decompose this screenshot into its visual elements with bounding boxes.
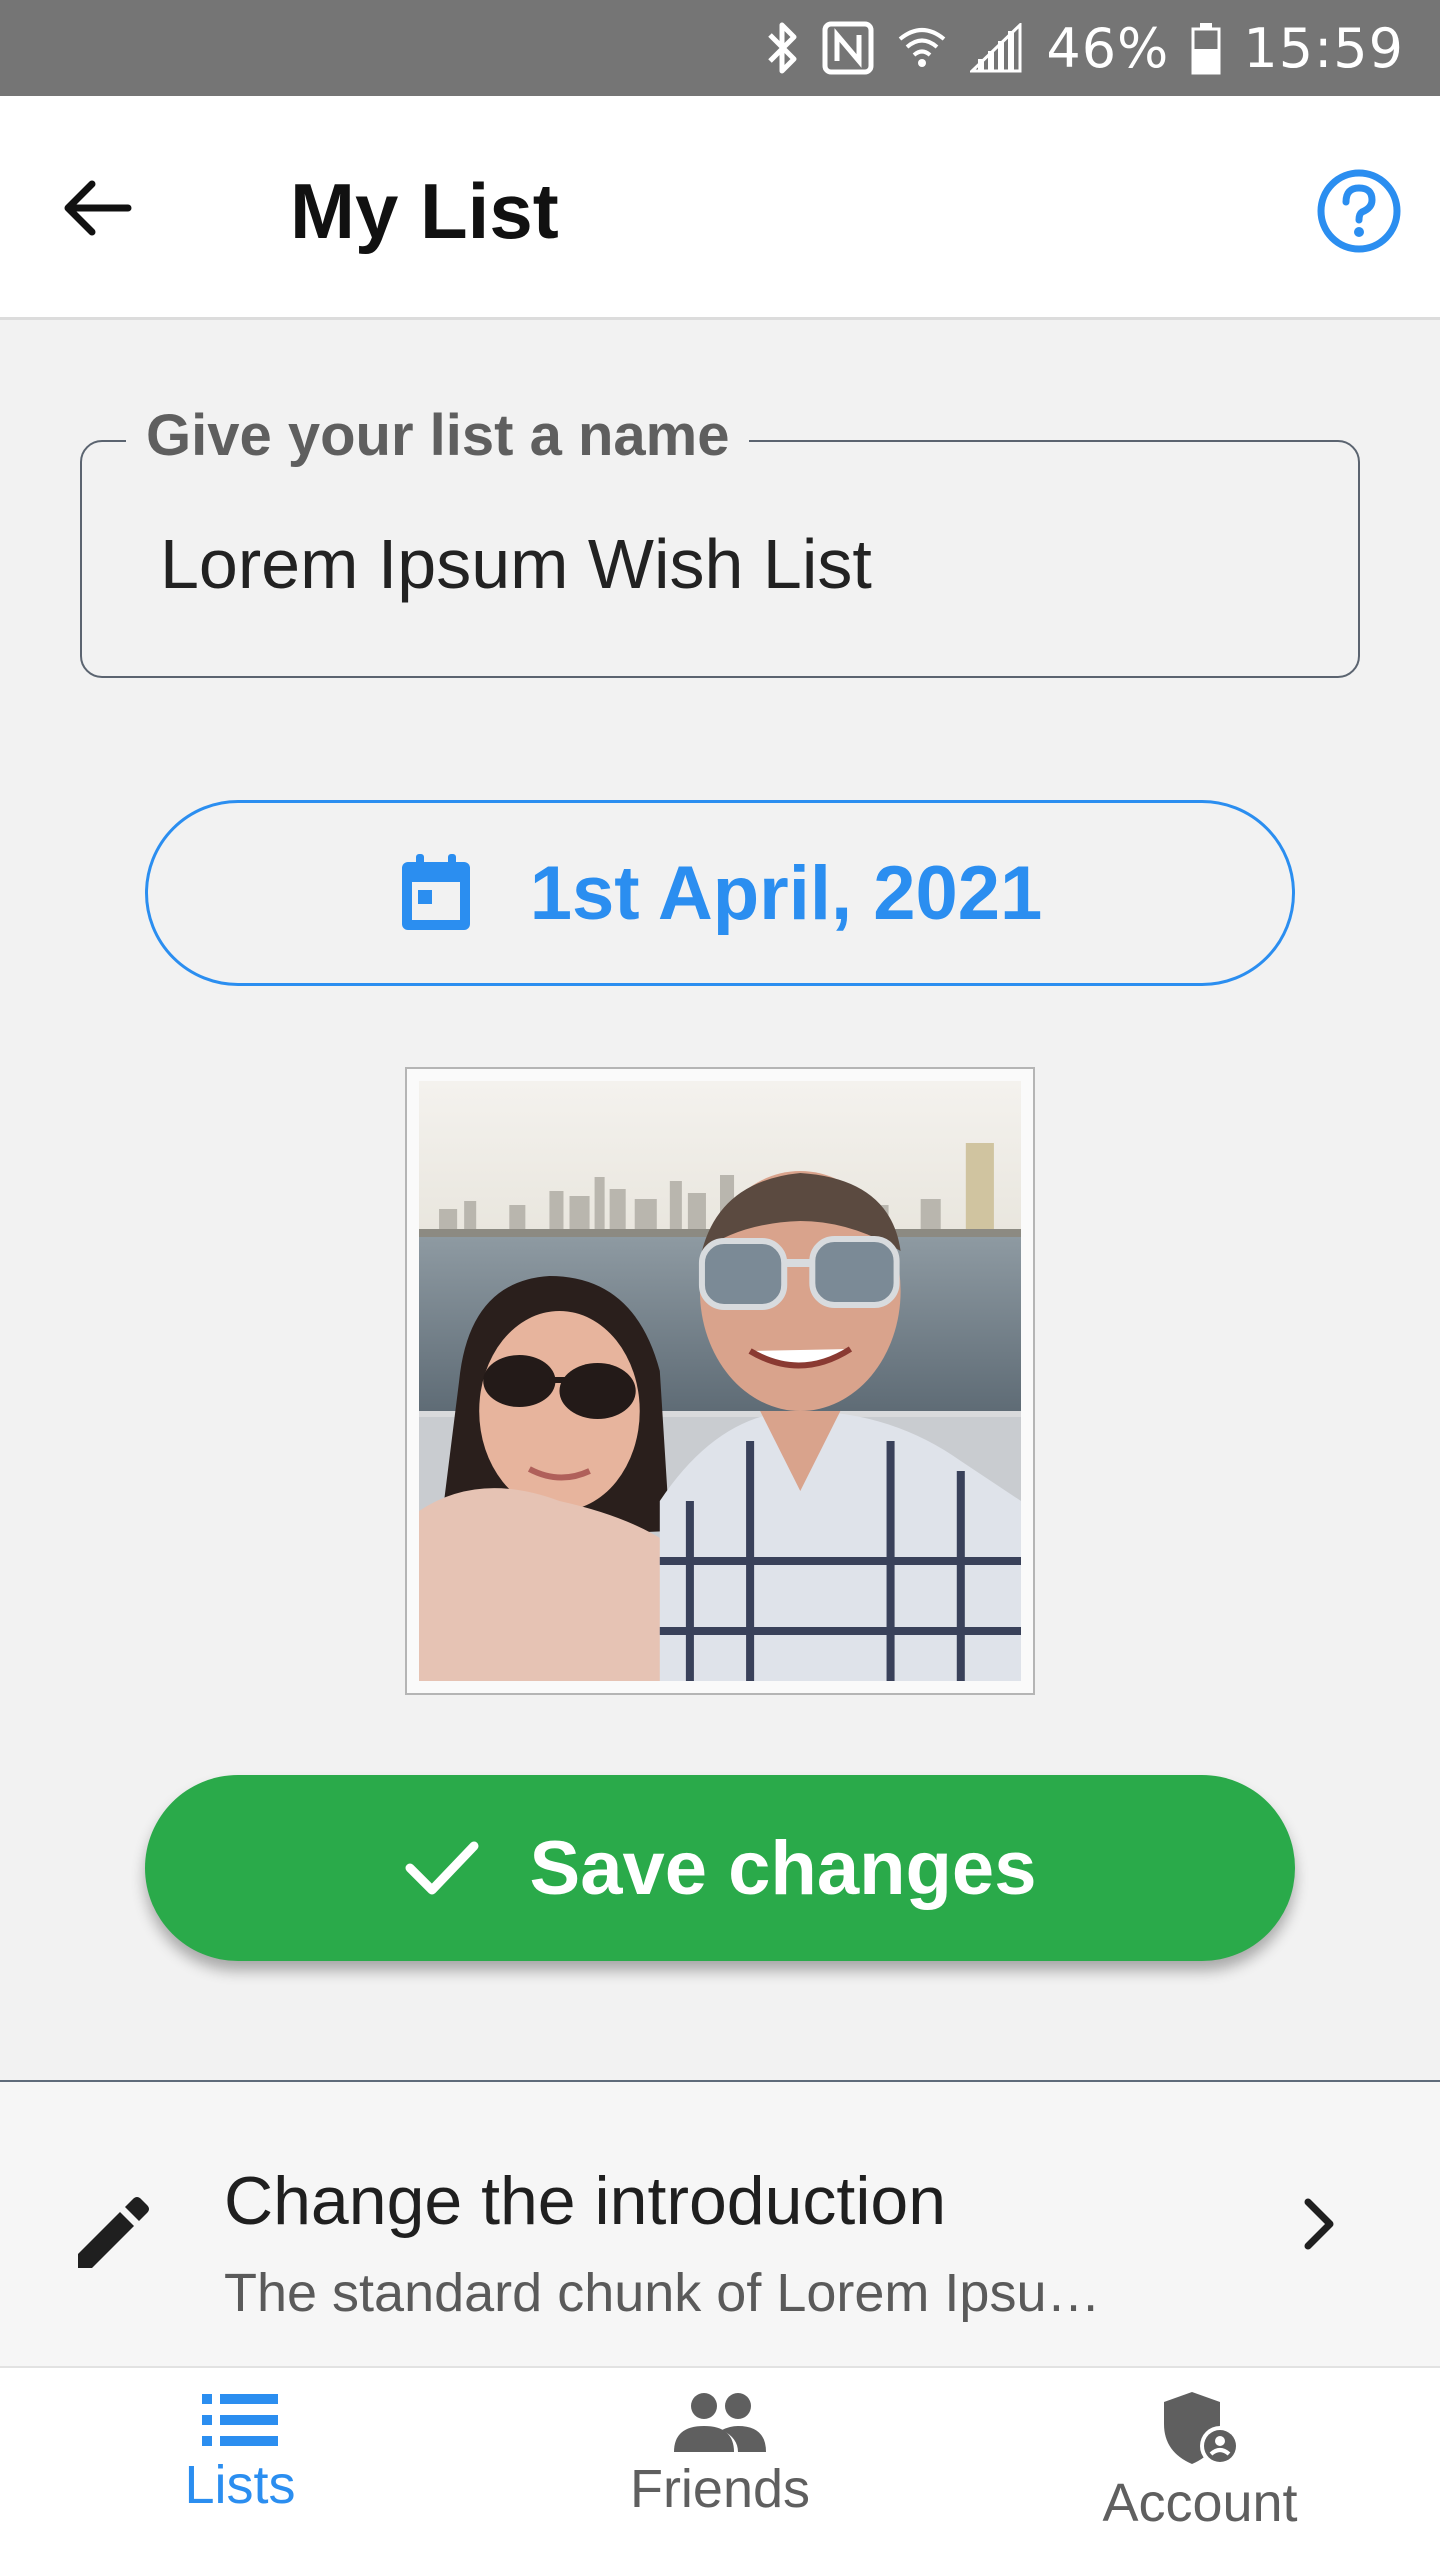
chevron-right-icon	[1304, 2198, 1334, 2250]
list-icon	[202, 2394, 278, 2446]
page-title: My List	[290, 167, 559, 255]
list-photo[interactable]	[405, 1067, 1035, 1695]
change-introduction-row[interactable]: Change the introduction The standard chu…	[0, 2080, 1440, 2366]
check-icon	[405, 1841, 479, 1895]
signal-icon	[970, 23, 1024, 73]
list-name-input[interactable]: Lorem Ipsum Wish List	[160, 524, 872, 604]
date-picker-button[interactable]: 1st April, 2021	[145, 800, 1295, 986]
nfc-icon	[822, 21, 874, 75]
clock: 15:59	[1243, 16, 1404, 80]
list-name-field[interactable]: Give your list a name Lorem Ipsum Wish L…	[80, 402, 1360, 678]
pencil-icon	[78, 2197, 149, 2268]
photo-image	[419, 1081, 1021, 1681]
back-button[interactable]	[60, 168, 150, 248]
date-label: 1st April, 2021	[529, 850, 1043, 936]
calendar-icon	[401, 854, 470, 930]
people-icon	[674, 2393, 766, 2452]
save-changes-label: Save changes	[529, 1825, 1037, 1911]
help-circle-icon	[1317, 169, 1401, 253]
intro-subtitle: The standard chunk of Lorem Ipsu…	[224, 2263, 1101, 2323]
nav-lists-label: Lists	[184, 2455, 296, 2515]
status-bar: 46% 15:59	[0, 0, 1440, 96]
nav-friends[interactable]: Friends	[480, 2368, 960, 2560]
nav-lists[interactable]: Lists	[0, 2368, 480, 2560]
nav-account-label: Account	[1102, 2473, 1298, 2533]
bluetooth-icon	[766, 21, 800, 75]
save-changes-button[interactable]: Save changes	[145, 1775, 1295, 1961]
nav-account[interactable]: Account	[960, 2368, 1440, 2560]
wifi-icon	[896, 23, 948, 73]
arrow-back-icon	[64, 180, 132, 236]
intro-title: Change the introduction	[224, 2163, 947, 2239]
list-name-label: Give your list a name	[126, 402, 750, 469]
nav-friends-label: Friends	[629, 2459, 811, 2519]
battery-percent: 46%	[1046, 16, 1170, 80]
battery-icon	[1191, 21, 1221, 75]
help-button[interactable]	[1314, 166, 1404, 256]
shield-account-icon	[1164, 2392, 1240, 2466]
bottom-navigation: Lists Friends Account	[0, 2366, 1440, 2560]
app-bar: My List	[0, 96, 1440, 320]
